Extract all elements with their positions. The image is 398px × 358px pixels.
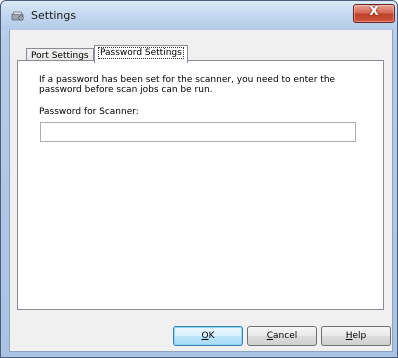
description-line-1: If a password has been set for the scann… (39, 75, 336, 85)
tab-password-settings-label: Password Settings (98, 47, 184, 59)
ok-button[interactable]: OK (173, 326, 243, 346)
password-description: If a password has been set for the scann… (39, 75, 369, 95)
tab-password-settings[interactable]: Password Settings (94, 45, 188, 63)
window-title: Settings (31, 9, 77, 22)
description-line-2: password before scan jobs can be run. (39, 85, 213, 95)
title-bar[interactable]: Settings X (1, 1, 397, 30)
settings-scanner-icon (11, 11, 24, 21)
help-button[interactable]: Help (321, 326, 391, 346)
cancel-button-label: Cancel (266, 331, 298, 341)
help-button-label: Help (345, 331, 367, 341)
ok-button-label: OK (201, 331, 215, 341)
close-icon: X (369, 4, 379, 18)
cancel-button[interactable]: Cancel (247, 326, 317, 346)
tab-panel-password (17, 60, 384, 310)
close-button[interactable]: X (353, 4, 395, 23)
password-input[interactable] (40, 122, 356, 142)
password-field-label: Password for Scanner: (39, 107, 139, 117)
